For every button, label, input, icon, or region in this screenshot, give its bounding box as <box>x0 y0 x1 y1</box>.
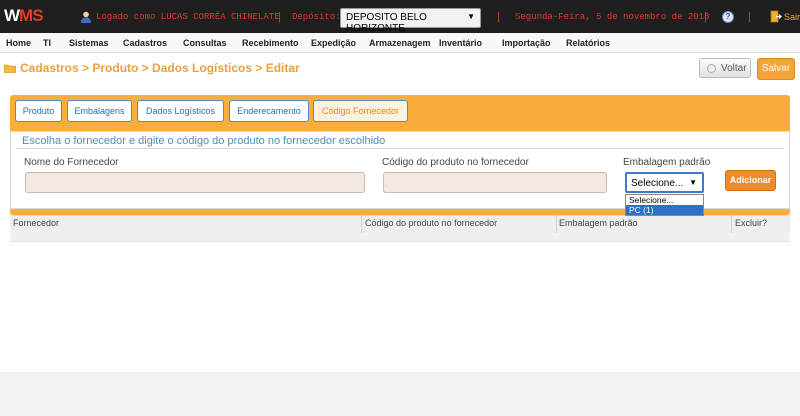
exit-link[interactable]: Sair <box>784 12 800 22</box>
divider <box>16 148 784 149</box>
deposit-select[interactable]: DEPOSITO BELO HORIZONTE ▼ <box>340 8 481 34</box>
package-select[interactable]: Selecione... ▼ <box>625 172 704 193</box>
menu-item-consultas[interactable]: Consultas <box>183 38 227 48</box>
supplier-label: Nome do Fornecedor <box>24 157 119 168</box>
menu-item-sistemas[interactable]: Sistemas <box>69 38 109 48</box>
column-header-delete: Excluir? <box>735 218 768 228</box>
tab-codigo-fornecedor[interactable]: Código Fornecedor <box>313 100 408 122</box>
tab-dados-logisticos[interactable]: Dados Logísticos <box>137 100 224 122</box>
tab-produto[interactable]: Produto <box>15 100 62 122</box>
form-title: Escolha o fornecedor e digite o código d… <box>22 135 386 147</box>
deposit-label: Depósito: <box>292 12 341 22</box>
package-option[interactable]: Selecione... <box>626 195 703 205</box>
menu-item-home[interactable]: Home <box>6 38 31 48</box>
logged-user-text: Logado como LUCAS CORRÊA CHINELATE <box>96 12 280 22</box>
menu-item-cadastros[interactable]: Cadastros <box>123 38 167 48</box>
app-logo[interactable]: WMS <box>4 6 44 26</box>
folder-icon <box>4 64 16 73</box>
help-icon[interactable]: ? <box>722 11 734 23</box>
code-label: Código do produto no fornecedor <box>382 157 529 168</box>
exit-icon[interactable] <box>770 10 782 23</box>
separator: | <box>704 11 707 23</box>
separator: | <box>497 11 500 23</box>
menu-item-recebimento[interactable]: Recebimento <box>242 38 299 48</box>
menu-item-inventario[interactable]: Inventário <box>439 38 482 48</box>
column-divider <box>731 215 732 233</box>
separator: | <box>278 11 281 23</box>
top-bar: WMS Logado como LUCAS CORRÊA CHINELATE |… <box>0 0 800 34</box>
deposit-value: DEPOSITO BELO HORIZONTE <box>346 12 427 34</box>
package-dropdown: Selecione... PC (1) <box>625 194 704 216</box>
menu-item-ti[interactable]: TI <box>43 38 51 48</box>
back-button[interactable]: Voltar <box>699 58 751 78</box>
menu-item-expedicao[interactable]: Expedição <box>311 38 356 48</box>
user-icon <box>81 11 91 23</box>
add-button[interactable]: Adicionar <box>725 170 776 191</box>
column-header-package: Embalagem padrão <box>559 218 638 228</box>
menu-item-importacao[interactable]: Importação <box>502 38 551 48</box>
chevron-down-icon: ▼ <box>467 12 475 21</box>
back-button-label: Voltar <box>721 63 747 74</box>
main-menu: Home TI Sistemas Cadastros Consultas Rec… <box>0 33 800 53</box>
separator: | <box>748 11 751 23</box>
package-label: Embalagem padrão <box>623 157 711 168</box>
menu-item-armazenagem[interactable]: Armazenagem <box>369 38 431 48</box>
tab-embalagens[interactable]: Embalagens <box>67 100 132 122</box>
column-divider <box>556 215 557 233</box>
tab-enderecamento[interactable]: Enderecamento <box>229 100 309 122</box>
column-header-supplier: Fornecedor <box>13 218 60 228</box>
product-code-field[interactable] <box>383 172 607 193</box>
package-select-value: Selecione... <box>631 178 684 189</box>
chevron-down-icon: ▼ <box>689 178 697 187</box>
table-row <box>10 233 790 242</box>
date-text: Segunda-Feira, 5 de novembro de 2018 <box>515 12 710 22</box>
back-icon <box>707 64 716 73</box>
menu-item-relatorios[interactable]: Relatórios <box>566 38 610 48</box>
supplier-field[interactable] <box>25 172 365 193</box>
page-footer <box>0 372 800 416</box>
package-option[interactable]: PC (1) <box>626 205 703 215</box>
column-header-product-code: Código do produto no fornecedor <box>365 218 498 228</box>
column-divider <box>361 215 362 233</box>
breadcrumb: Cadastros > Produto > Dados Logísticos >… <box>20 61 300 75</box>
save-button[interactable]: Salvar <box>757 58 795 80</box>
